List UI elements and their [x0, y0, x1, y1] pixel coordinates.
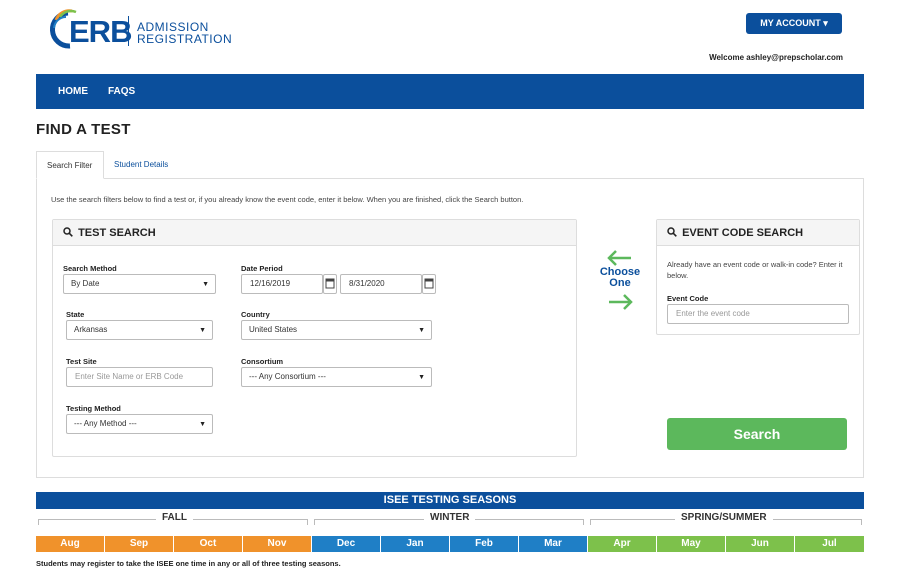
search-icon — [667, 227, 677, 237]
arrow-right-icon — [609, 294, 633, 310]
month-oct: Oct — [174, 536, 243, 552]
test-search-title: TEST SEARCH — [78, 227, 156, 239]
calendar-icon[interactable] — [323, 274, 337, 294]
date-period-label: Date Period — [241, 264, 283, 273]
event-code-box: EVENT CODE SEARCH Already have an event … — [656, 219, 860, 335]
chevron-down-icon: ▼ — [202, 281, 209, 288]
logo-divider — [128, 16, 129, 46]
instructions-text: Use the search filters below to find a t… — [51, 195, 524, 204]
event-code-header: EVENT CODE SEARCH — [657, 220, 859, 246]
testing-method-label: Testing Method — [66, 404, 121, 413]
seasons-footnote: Students may register to take the ISEE o… — [36, 559, 341, 568]
date-to-input[interactable]: 8/31/2020 — [340, 274, 422, 294]
welcome-text: Welcome ashley@prepscholar.com — [709, 53, 843, 62]
search-icon — [63, 227, 73, 237]
state-value: Arkansas — [74, 325, 108, 334]
search-button[interactable]: Search — [667, 418, 847, 450]
testing-method-select[interactable]: --- Any Method --- ▼ — [66, 414, 213, 434]
erb-logo[interactable]: ERB ADMISSION REGISTRATION — [46, 8, 232, 50]
date-from-input[interactable]: 12/16/2019 — [241, 274, 323, 294]
search-method-label: Search Method — [63, 264, 117, 273]
page-title: FIND A TEST — [36, 121, 131, 138]
month-aug: Aug — [36, 536, 105, 552]
test-search-box: TEST SEARCH Search Method By Date ▼ Date… — [52, 219, 577, 457]
test-site-input[interactable]: Enter Site Name or ERB Code — [66, 367, 213, 387]
season-winter: WINTER — [424, 512, 476, 523]
month-mar: Mar — [519, 536, 588, 552]
tab-student-details[interactable]: Student Details — [104, 151, 178, 179]
search-method-select[interactable]: By Date ▼ — [63, 274, 216, 294]
month-feb: Feb — [450, 536, 519, 552]
chevron-down-icon: ▼ — [199, 421, 206, 428]
month-jun: Jun — [726, 536, 795, 552]
country-label: Country — [241, 310, 270, 319]
month-may: May — [657, 536, 726, 552]
consortium-label: Consortium — [241, 357, 284, 366]
month-jul: Jul — [795, 536, 864, 552]
testing-method-value: --- Any Method --- — [74, 419, 137, 428]
country-select[interactable]: United States ▼ — [241, 320, 432, 340]
logo-subtitle: ADMISSION REGISTRATION — [137, 21, 232, 45]
event-code-title: EVENT CODE SEARCH — [682, 227, 804, 239]
my-account-button[interactable]: MY ACCOUNT ▾ — [746, 13, 842, 34]
test-site-label: Test Site — [66, 357, 97, 366]
chevron-down-icon: ▼ — [199, 327, 206, 334]
nav-home[interactable]: HOME — [58, 86, 88, 97]
month-nov: Nov — [243, 536, 312, 552]
tab-search-filter[interactable]: Search Filter — [36, 151, 104, 179]
chevron-down-icon: ▼ — [418, 374, 425, 381]
season-spring-summer: SPRING/SUMMER — [675, 512, 773, 523]
consortium-select[interactable]: --- Any Consortium --- ▼ — [241, 367, 432, 387]
state-label: State — [66, 310, 85, 319]
consortium-value: --- Any Consortium --- — [249, 372, 326, 381]
month-jan: Jan — [381, 536, 450, 552]
event-code-label: Event Code — [667, 294, 709, 303]
state-select[interactable]: Arkansas ▼ — [66, 320, 213, 340]
main-navbar: HOME FAQS — [36, 74, 864, 109]
seasons-title: ISEE TESTING SEASONS — [36, 492, 864, 509]
country-value: United States — [249, 325, 298, 334]
search-method-value: By Date — [71, 279, 100, 288]
month-apr: Apr — [588, 536, 657, 552]
logo-text: ERB — [69, 14, 132, 49]
calendar-icon[interactable] — [422, 274, 436, 294]
nav-faqs[interactable]: FAQS — [108, 86, 135, 97]
event-code-input[interactable]: Enter the event code — [667, 304, 849, 324]
event-code-description: Already have an event code or walk-in co… — [667, 260, 843, 280]
logo-subtitle-line2: REGISTRATION — [137, 32, 233, 46]
one-text: One — [609, 277, 631, 289]
month-sep: Sep — [105, 536, 174, 552]
choose-one-indicator: Choose One — [587, 249, 653, 317]
arrow-left-icon — [607, 250, 631, 266]
test-search-header: TEST SEARCH — [53, 220, 576, 246]
season-fall: FALL — [156, 512, 193, 523]
month-dec: Dec — [312, 536, 381, 552]
chevron-down-icon: ▼ — [418, 327, 425, 334]
